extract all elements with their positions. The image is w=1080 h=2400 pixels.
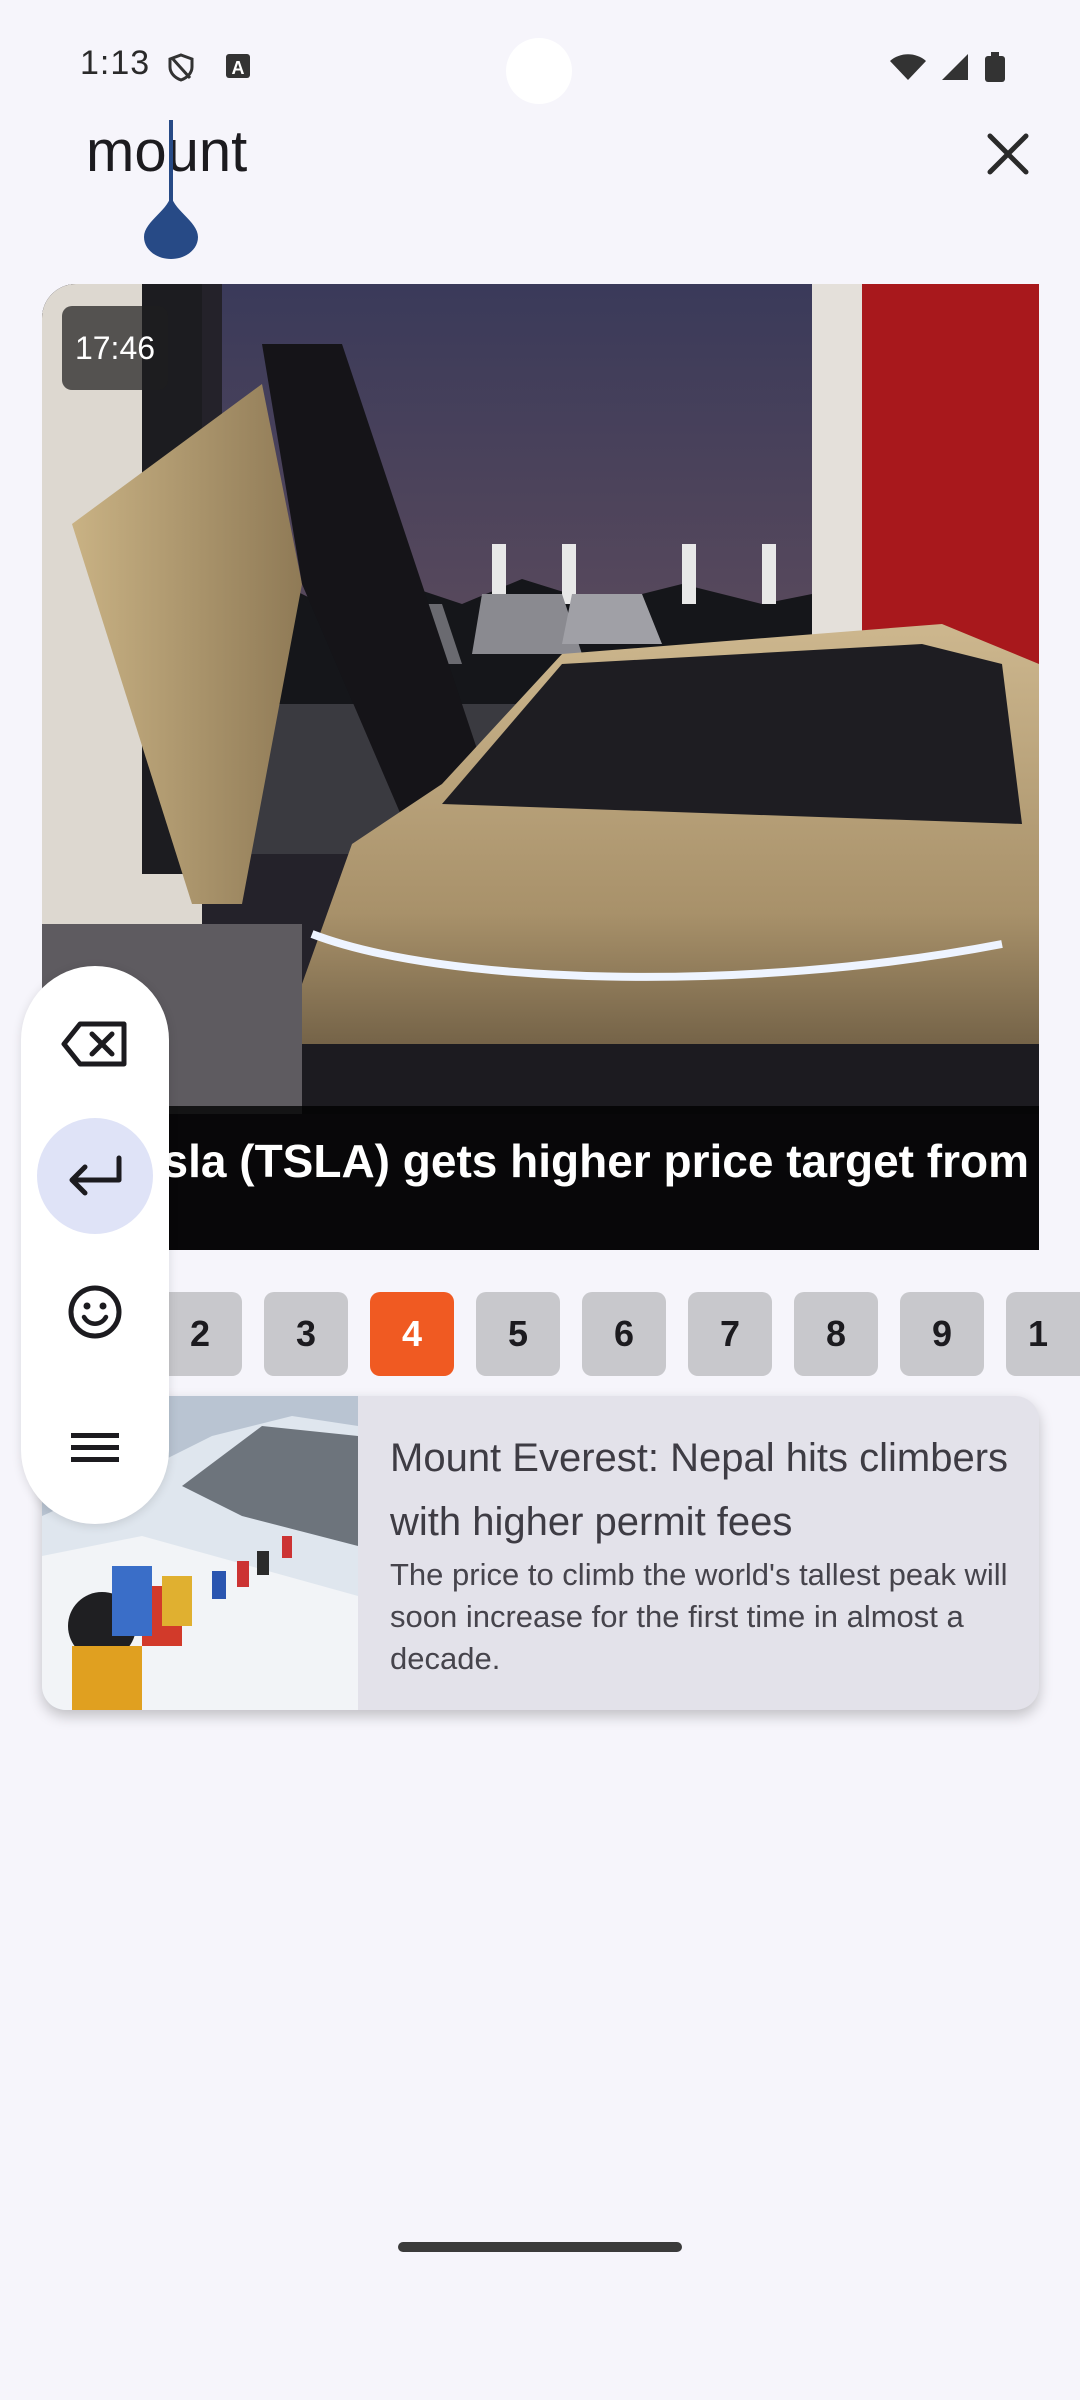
- hero-headline: Tesla (TSLA) gets higher price target fr…: [112, 1135, 1029, 1187]
- cursor-handle[interactable]: [144, 193, 198, 259]
- a-icon: A: [226, 54, 250, 78]
- page-4-button[interactable]: 4: [370, 1292, 454, 1376]
- page-10-button[interactable]: 1: [1006, 1292, 1080, 1376]
- duration-badge: 17:46: [62, 306, 168, 390]
- page-6-button[interactable]: 6: [582, 1292, 666, 1376]
- floating-keyboard-toolbar: [21, 966, 169, 1524]
- page-3-button[interactable]: 3: [264, 1292, 348, 1376]
- backspace-icon: [61, 1021, 127, 1067]
- wifi-icon: [890, 54, 926, 80]
- signal-icon: [942, 54, 968, 80]
- close-icon[interactable]: [980, 126, 1036, 182]
- page-8-button[interactable]: 8: [794, 1292, 878, 1376]
- news-description: The price to climb the world's tallest p…: [390, 1557, 1008, 1676]
- menu-icon: [71, 1433, 119, 1462]
- menu-button[interactable]: [37, 1390, 153, 1506]
- emoji-icon: [68, 1285, 122, 1339]
- news-card[interactable]: Mount Everest: Nepal hits climbers with …: [42, 1396, 1039, 1710]
- page-9-button[interactable]: 9: [900, 1292, 984, 1376]
- news-title: Mount Everest: Nepal hits climbers with …: [390, 1436, 1009, 1544]
- status-bar: 1:13 A: [0, 0, 1080, 130]
- hero-story-card[interactable]: 17:46 Tesla (TSLA) gets higher price tar…: [42, 284, 1039, 1250]
- shield-icon: [168, 53, 194, 82]
- emoji-button[interactable]: [37, 1254, 153, 1370]
- backspace-button[interactable]: [37, 986, 153, 1102]
- page-5-button[interactable]: 5: [476, 1292, 560, 1376]
- enter-button[interactable]: [37, 1118, 153, 1234]
- camera-cutout: [506, 38, 572, 104]
- enter-icon: [69, 1155, 122, 1196]
- home-indicator[interactable]: [398, 2242, 682, 2252]
- search-input[interactable]: mount: [86, 118, 247, 185]
- svg-text:A: A: [232, 58, 245, 78]
- page-7-button[interactable]: 7: [688, 1292, 772, 1376]
- status-time: 1:13: [80, 44, 151, 82]
- battery-icon: [985, 52, 1005, 82]
- page-2-button[interactable]: 2: [158, 1292, 242, 1376]
